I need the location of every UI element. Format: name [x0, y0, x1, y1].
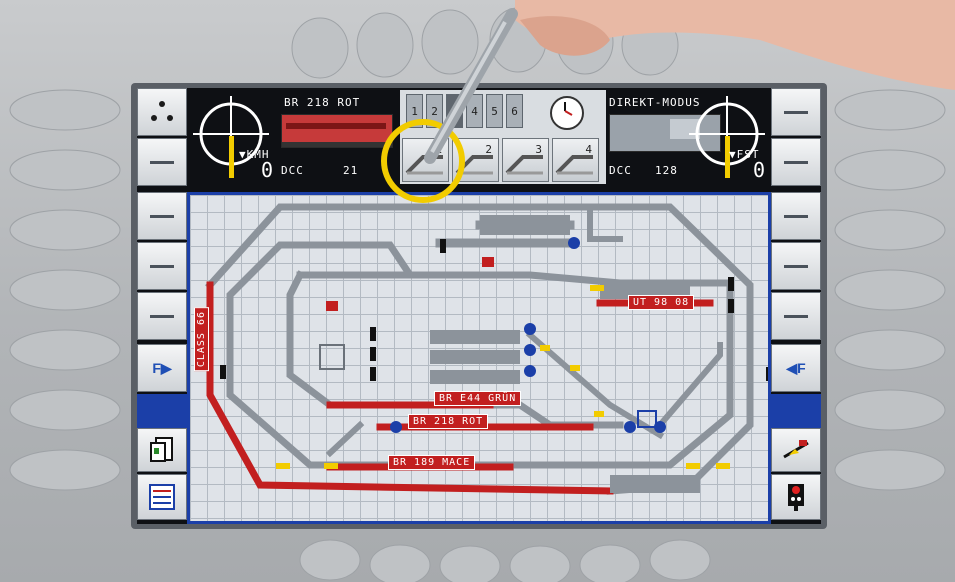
left-protocol: DCC	[281, 164, 304, 177]
signal-stop-button[interactable]	[771, 474, 821, 520]
dash-icon	[150, 314, 174, 318]
track-diagram	[205, 203, 768, 495]
layout-pages-icon	[150, 437, 173, 462]
right-blue-strip	[771, 394, 821, 428]
track-label-br189[interactable]: BR 189 MACE	[388, 455, 476, 470]
left-loco-image	[281, 114, 393, 148]
dash-icon	[784, 160, 808, 164]
left-function-button-2[interactable]	[137, 192, 187, 240]
dash-icon	[150, 214, 174, 218]
dash-icon	[150, 160, 174, 164]
highlight-ring	[381, 119, 465, 203]
dash-icon	[784, 110, 808, 114]
right-protocol: DCC	[609, 164, 632, 177]
track-label-br218[interactable]: BR 218 ROT	[408, 414, 489, 429]
right-function-button-4[interactable]	[771, 242, 821, 290]
three-dots-icon	[151, 101, 173, 121]
route-tab-5[interactable]: 5	[486, 94, 503, 128]
function-page-label: ◀F	[786, 359, 806, 376]
turntable-icon	[783, 440, 809, 459]
switch-button-3[interactable]: 3	[502, 138, 549, 182]
track-layout-area[interactable]: CLASS 66 UT 98 08 BR E44 GRÜN BR 218 ROT…	[187, 192, 771, 524]
left-function-button-1[interactable]	[137, 138, 187, 186]
left-speed-value: 0	[261, 158, 274, 182]
list-icon	[149, 484, 175, 510]
list-menu-button[interactable]	[137, 474, 187, 520]
left-address: 21	[343, 164, 359, 177]
right-function-button-1[interactable]	[771, 88, 821, 136]
track-label-ut98[interactable]: UT 98 08	[628, 295, 695, 310]
left-cab-panel: BR 218 ROT ▼KMH 0 DCC 21	[187, 88, 399, 188]
right-mode-label: DIREKT-MODUS	[609, 96, 701, 109]
left-function-button-3[interactable]	[137, 242, 187, 290]
right-cab-panel: DIREKT-MODUS DCC 128 ▼FST 0	[607, 88, 771, 188]
signal-icon	[788, 484, 804, 511]
dash-icon	[784, 214, 808, 218]
keyboard-menu-button[interactable]	[137, 88, 187, 136]
control-station-device: F▶ ◀F BR 218 ROT ▼KMH 0 DCC 21 1 2 3 4 5…	[0, 0, 955, 582]
right-function-button-2[interactable]	[771, 138, 821, 186]
right-function-button-5[interactable]	[771, 292, 821, 340]
route-tab-3[interactable]: 3	[446, 94, 463, 128]
track-label-e44[interactable]: BR E44 GRÜN	[434, 391, 522, 406]
right-address: 128	[655, 164, 678, 177]
route-tab-4[interactable]: 4	[466, 94, 483, 128]
right-function-button-3[interactable]	[771, 192, 821, 240]
left-blue-strip	[137, 394, 187, 428]
dash-icon	[784, 264, 808, 268]
function-page-label: F▶	[152, 359, 172, 376]
dash-icon	[784, 314, 808, 318]
right-function-page-button[interactable]: ◀F	[771, 344, 821, 392]
turntable-button[interactable]	[771, 428, 821, 472]
left-function-page-button[interactable]: F▶	[137, 344, 187, 392]
switch-button-4[interactable]: 4	[552, 138, 599, 182]
track-label-class66[interactable]: CLASS 66	[194, 307, 209, 372]
dash-icon	[150, 264, 174, 268]
touch-screen: F▶ ◀F BR 218 ROT ▼KMH 0 DCC 21 1 2 3 4 5…	[137, 88, 821, 524]
right-speed-value: 0	[753, 158, 766, 182]
left-loco-name: BR 218 ROT	[284, 96, 361, 109]
layout-view-button[interactable]	[137, 428, 187, 472]
left-function-button-4[interactable]	[137, 292, 187, 340]
clock-icon	[550, 96, 584, 130]
route-tab-6[interactable]: 6	[506, 94, 523, 128]
